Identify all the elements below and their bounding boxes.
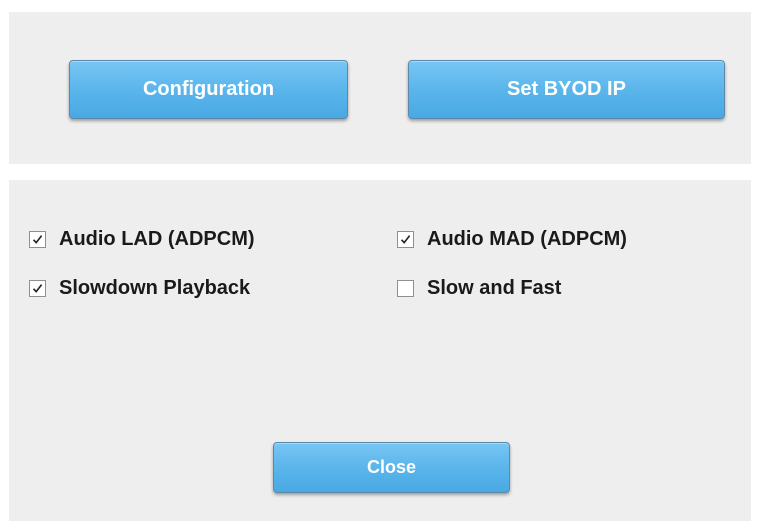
checkmark-icon xyxy=(32,283,43,293)
checkmark-icon xyxy=(32,234,43,244)
audio-lad-checkbox[interactable] xyxy=(29,230,46,248)
audio-mad-label: Audio MAD (ADPCM) xyxy=(427,227,627,250)
option-slowdown-playback[interactable]: Slowdown Playback xyxy=(29,276,250,300)
option-audio-lad[interactable]: Audio LAD (ADPCM) xyxy=(29,227,255,251)
slow-and-fast-checkbox[interactable] xyxy=(397,279,414,297)
checkmark-icon xyxy=(400,234,411,244)
top-button-panel: Configuration Set BYOD IP xyxy=(9,12,751,164)
slow-and-fast-label: Slow and Fast xyxy=(427,276,562,299)
slowdown-playback-checkbox[interactable] xyxy=(29,279,46,297)
option-slow-and-fast[interactable]: Slow and Fast xyxy=(397,276,561,300)
option-audio-mad[interactable]: Audio MAD (ADPCM) xyxy=(397,227,627,251)
configuration-button[interactable]: Configuration xyxy=(69,60,348,119)
close-button[interactable]: Close xyxy=(273,442,510,493)
set-byod-ip-button[interactable]: Set BYOD IP xyxy=(408,60,725,119)
options-panel: Audio LAD (ADPCM) Audio MAD (ADPCM) Slow… xyxy=(9,180,751,521)
audio-lad-label: Audio LAD (ADPCM) xyxy=(59,227,255,250)
audio-mad-checkbox[interactable] xyxy=(397,230,414,248)
slowdown-playback-label: Slowdown Playback xyxy=(59,276,251,299)
